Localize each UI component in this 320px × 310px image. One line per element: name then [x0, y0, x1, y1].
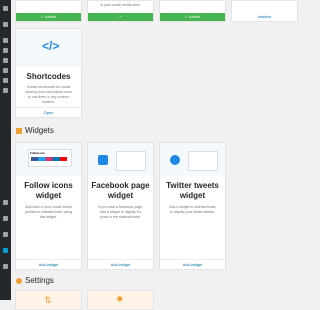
widget-preview — [116, 151, 146, 171]
section-heading: Widgets — [16, 126, 54, 136]
settings-card: ✹ — [87, 290, 154, 310]
status-badge: ✓ — [88, 13, 153, 21]
feature-card: Inactive — [231, 0, 298, 22]
add-widget-link[interactable]: Add widget — [160, 259, 225, 269]
settings-card: ⇅ — [15, 290, 82, 310]
media-icon[interactable] — [3, 38, 8, 43]
feature-card: ✓ Active — [15, 0, 82, 22]
widget-card: Twitter tweets widget Add a widget to si… — [159, 142, 226, 270]
shortcode-icon: </> — [42, 39, 60, 53]
widgets-icon — [16, 127, 22, 134]
card-description: If you have a facebook page, add a widge… — [98, 205, 143, 219]
sort-icon: ⇅ — [44, 295, 52, 305]
widget-preview: Follow me — [28, 149, 72, 167]
widget-card: Facebook page widget If you have a faceb… — [87, 142, 154, 270]
card-title: widget — [107, 191, 134, 200]
card-title: Shortcodes — [26, 72, 71, 81]
dashboard-icon[interactable] — [3, 6, 8, 11]
users-icon[interactable] — [3, 88, 8, 93]
comments-icon[interactable] — [3, 58, 8, 63]
card-thumbnail — [88, 143, 153, 176]
appearance-icon[interactable] — [3, 68, 8, 73]
tools-icon[interactable] — [3, 200, 8, 205]
status-badge: ✓ Active — [16, 13, 81, 21]
card-title: widget — [35, 191, 62, 200]
twitter-icon — [170, 155, 180, 165]
card-description: to your social media sites. — [100, 3, 141, 7]
card-title: widget — [179, 191, 206, 200]
posts-icon[interactable] — [3, 22, 8, 27]
card-description: Add links of your social media profiles … — [25, 205, 72, 219]
plugins-icon[interactable] — [3, 78, 8, 83]
social-icons — [31, 157, 67, 161]
section-heading: Settings — [16, 276, 54, 286]
collapse-menu-icon[interactable] — [3, 264, 8, 269]
card-title: Twitter tweets — [166, 181, 219, 190]
widget-card: Follow me Follow icons widget Add links … — [15, 142, 82, 270]
card-link[interactable]: Inactive — [232, 12, 297, 21]
facebook-icon — [98, 155, 108, 165]
card-description: Create shortcodes for social sharing ico… — [25, 85, 72, 104]
add-widget-link[interactable]: Add widget — [88, 259, 153, 269]
settings-section-icon — [16, 277, 22, 284]
card-title: Follow icons — [24, 181, 73, 190]
plugin-menu-icon[interactable] — [3, 232, 8, 237]
pages-icon[interactable] — [3, 48, 8, 53]
admin-sidebar — [0, 0, 11, 300]
card-thumbnail — [160, 143, 225, 176]
card-description: Add a widget to sidebar/footer to displa… — [169, 205, 216, 214]
open-link[interactable]: Open — [16, 107, 81, 117]
feature-card: ✓ Active — [159, 0, 226, 22]
widget-preview — [188, 151, 218, 171]
add-widget-link[interactable]: Add widget — [16, 259, 81, 269]
card-title: Facebook page — [91, 181, 150, 190]
shortcodes-card: </> Shortcodes Create shortcodes for soc… — [15, 28, 82, 118]
settings-icon[interactable] — [3, 216, 8, 221]
status-badge: ✓ Active — [160, 13, 225, 21]
active-plugin-icon[interactable] — [3, 248, 8, 253]
card-thumbnail: Follow me — [16, 143, 81, 176]
feature-card: to your social media sites. ✓ — [87, 0, 154, 22]
card-thumbnail: </> — [16, 29, 81, 67]
